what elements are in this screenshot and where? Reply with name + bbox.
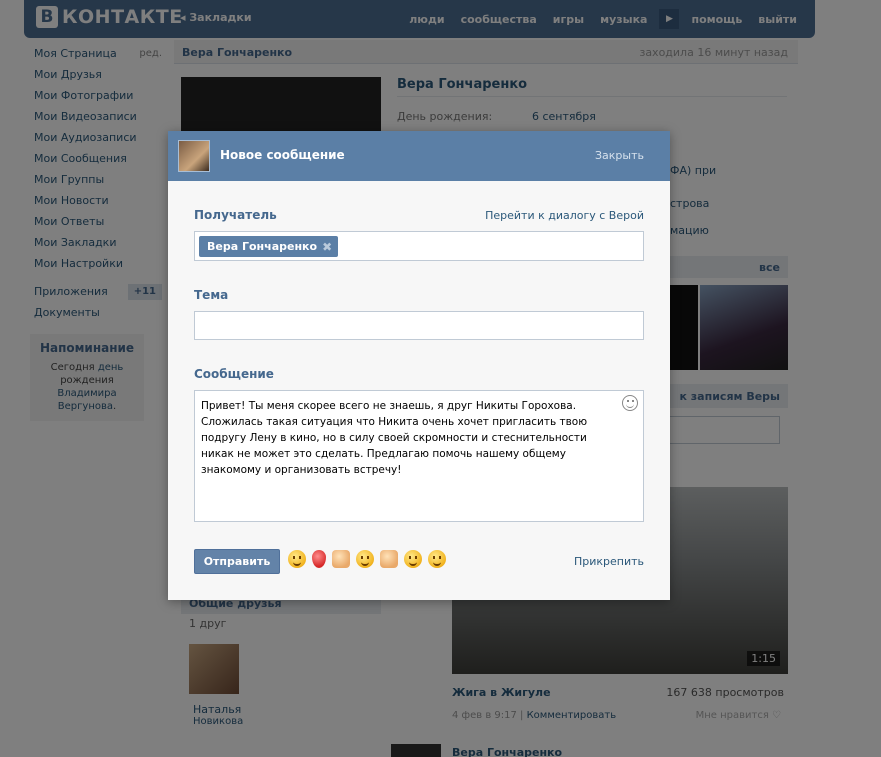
dialog-title: Новое сообщение: [220, 148, 345, 162]
subject-label: Тема: [194, 288, 229, 302]
grin-emoji-icon[interactable]: [428, 550, 446, 568]
new-message-dialog: Новое сообщение Закрыть Получатель Перей…: [168, 131, 670, 600]
message-text: Привет! Ты меня скорее всего не знаешь, …: [201, 400, 588, 476]
winking-tongue-emoji-icon[interactable]: [356, 550, 374, 568]
remove-recipient-icon[interactable]: ✖: [322, 240, 332, 254]
smiley-icon[interactable]: [622, 395, 638, 411]
goto-dialog-link[interactable]: Перейти к диалогу с Верой: [485, 209, 644, 222]
fist-emoji-icon[interactable]: [380, 550, 398, 568]
message-label: Сообщение: [194, 367, 274, 381]
attach-link[interactable]: Прикрепить: [574, 555, 644, 568]
send-button[interactable]: Отправить: [194, 549, 280, 574]
recipient-avatar: [178, 140, 210, 172]
balloon-emoji-icon[interactable]: [312, 550, 326, 568]
recipient-field[interactable]: Вера Гончаренко ✖: [194, 231, 644, 261]
quick-emoji-bar: [288, 550, 446, 568]
message-textarea[interactable]: Привет! Ты меня скорее всего не знаешь, …: [194, 390, 644, 522]
recipient-label: Получатель: [194, 208, 277, 222]
recipient-chip-name: Вера Гончаренко: [207, 240, 318, 253]
thumbs-up-emoji-icon[interactable]: [332, 550, 350, 568]
recipient-chip: Вера Гончаренко ✖: [199, 236, 339, 257]
wink-emoji-icon[interactable]: [404, 550, 422, 568]
subject-input[interactable]: [194, 311, 644, 340]
close-button[interactable]: Закрыть: [595, 149, 644, 162]
laughing-emoji-icon[interactable]: [288, 550, 306, 568]
dialog-header: Новое сообщение Закрыть: [168, 131, 670, 181]
